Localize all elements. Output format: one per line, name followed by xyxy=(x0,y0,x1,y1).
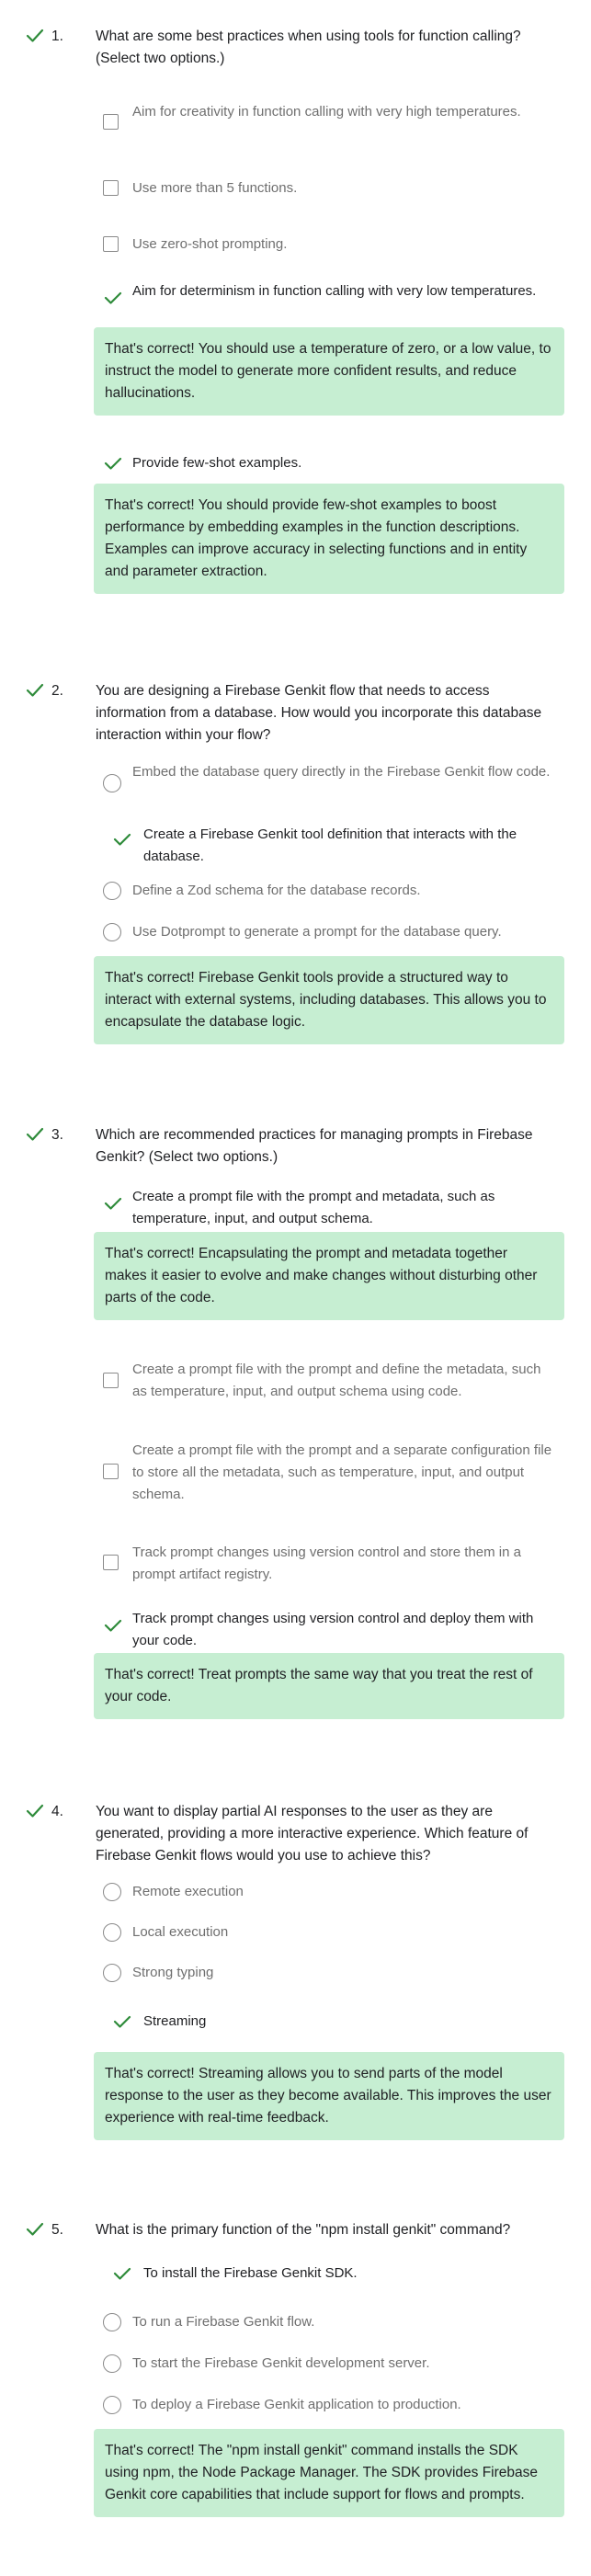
question-text: What is the primary function of the "npm… xyxy=(96,2222,511,2238)
correct-check-icon xyxy=(104,1197,122,1210)
radio-icon[interactable] xyxy=(103,882,121,900)
question-text: What are some best practices when using … xyxy=(96,28,521,66)
correct-check-icon xyxy=(104,1619,122,1632)
correct-check-icon xyxy=(26,1127,44,1141)
feedback-correct: That's correct! The "npm install genkit"… xyxy=(94,2429,564,2517)
correct-check-icon xyxy=(113,2015,131,2028)
radio-icon[interactable] xyxy=(103,1883,121,1901)
correct-check-icon xyxy=(26,683,44,697)
option-label: Create a prompt file with the prompt and… xyxy=(132,1442,552,1502)
correct-check-icon xyxy=(26,1804,44,1818)
option-label: To install the Firebase Genkit SDK. xyxy=(143,2265,358,2281)
radio-icon[interactable] xyxy=(103,2396,121,2414)
correct-check-icon xyxy=(104,457,122,470)
feedback-correct: That's correct! You should provide few-s… xyxy=(94,484,564,594)
radio-icon[interactable] xyxy=(103,923,121,941)
checkbox-icon[interactable] xyxy=(103,236,119,252)
option-label: Strong typing xyxy=(132,1965,214,1980)
option-label: Track prompt changes using version contr… xyxy=(132,1544,521,1582)
radio-icon[interactable] xyxy=(103,1923,121,1942)
checkbox-icon[interactable] xyxy=(103,1373,119,1388)
option-label: Define a Zod schema for the database rec… xyxy=(132,883,421,898)
option-label: Embed the database query directly in the… xyxy=(132,764,551,780)
feedback-correct: That's correct! Treat prompts the same w… xyxy=(94,1653,564,1719)
option-label: To run a Firebase Genkit flow. xyxy=(132,2314,315,2330)
option-label: Streaming xyxy=(143,2013,207,2029)
option-label: Local execution xyxy=(132,1924,229,1940)
radio-icon[interactable] xyxy=(103,774,121,792)
feedback-correct: That's correct! You should use a tempera… xyxy=(94,327,564,416)
feedback-correct: That's correct! Encapsulating the prompt… xyxy=(94,1232,564,1320)
checkbox-icon[interactable] xyxy=(103,114,119,130)
correct-check-icon xyxy=(113,2267,131,2280)
correct-check-icon xyxy=(26,28,44,42)
option-label: Track prompt changes using version contr… xyxy=(132,1611,534,1648)
option-label: Aim for creativity in function calling w… xyxy=(132,104,521,120)
option-label: Use Dotprompt to generate a prompt for t… xyxy=(132,924,502,940)
question-number: 5. xyxy=(51,2222,63,2238)
option-label: Create a prompt file with the prompt and… xyxy=(132,1362,541,1399)
option-label: To start the Firebase Genkit development… xyxy=(132,2355,430,2371)
radio-icon[interactable] xyxy=(103,1964,121,1982)
question-text: You are designing a Firebase Genkit flow… xyxy=(96,683,542,743)
option-label: Use zero-shot prompting. xyxy=(132,236,288,252)
option-label: Use more than 5 functions. xyxy=(132,180,298,196)
option-label: To deploy a Firebase Genkit application … xyxy=(132,2397,461,2412)
feedback-correct: That's correct! Streaming allows you to … xyxy=(94,2052,564,2140)
checkbox-icon[interactable] xyxy=(103,1555,119,1570)
option-label: Create a prompt file with the prompt and… xyxy=(132,1189,495,1226)
radio-icon[interactable] xyxy=(103,2313,121,2331)
question-number: 4. xyxy=(51,1804,63,1819)
option-label: Provide few-shot examples. xyxy=(132,455,302,471)
question-text: You want to display partial AI responses… xyxy=(96,1804,528,1864)
question-number: 1. xyxy=(51,28,63,44)
checkbox-icon[interactable] xyxy=(103,180,119,196)
question-text: Which are recommended practices for mana… xyxy=(96,1127,533,1165)
checkbox-icon[interactable] xyxy=(103,1464,119,1479)
feedback-correct: That's correct! Firebase Genkit tools pr… xyxy=(94,956,564,1044)
option-label: Aim for determinism in function calling … xyxy=(132,283,537,299)
correct-check-icon xyxy=(104,291,122,304)
question-number: 3. xyxy=(51,1127,63,1143)
option-label: Remote execution xyxy=(132,1884,244,1899)
correct-check-icon xyxy=(113,833,131,846)
question-number: 2. xyxy=(51,683,63,699)
radio-icon[interactable] xyxy=(103,2354,121,2373)
option-label: Create a Firebase Genkit tool definition… xyxy=(143,826,517,864)
correct-check-icon xyxy=(26,2222,44,2236)
